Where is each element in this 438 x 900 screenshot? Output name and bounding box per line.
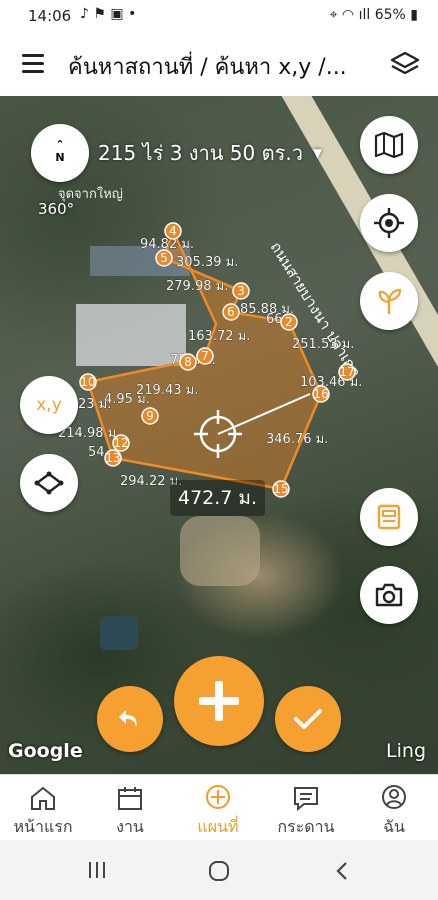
svg-text:4: 4	[169, 224, 177, 238]
add-point-button[interactable]	[174, 656, 264, 746]
area-selector[interactable]: 215 ไร่ 3 งาน 50 ตร.ว ▼	[98, 138, 322, 168]
nav-label: หน้าแรก	[13, 817, 73, 836]
board-icon	[294, 787, 318, 811]
recent-apps-icon[interactable]	[86, 860, 108, 880]
svg-text:12: 12	[113, 436, 128, 450]
area-label: 215 ไร่ 3 งาน 50 ตร.ว	[98, 141, 303, 165]
vertex-marker[interactable]: 9	[141, 407, 159, 425]
nav-profile[interactable]: ฉัน	[354, 775, 434, 841]
hamburger-menu-icon[interactable]	[22, 54, 44, 73]
polygon-icon	[34, 471, 64, 495]
vertex-marker[interactable]: 13	[104, 449, 122, 467]
nav-label: งาน	[116, 817, 144, 836]
confirm-button[interactable]	[275, 686, 341, 752]
camera-icon	[375, 583, 403, 607]
google-attribution: Google	[8, 740, 83, 762]
document-icon	[377, 504, 401, 530]
distance-readout: 472.7 ม.	[170, 480, 265, 516]
segment-label: 251.53 ม.	[292, 337, 354, 352]
svg-text:15: 15	[273, 482, 288, 496]
target-icon	[374, 208, 404, 238]
sprout-icon	[378, 288, 402, 314]
vertex-marker[interactable]: 10	[79, 373, 97, 391]
vertex-marker[interactable]: 15	[272, 480, 290, 498]
back-icon[interactable]	[334, 860, 350, 882]
segment-label: 346.76 ม.	[266, 432, 328, 447]
report-button[interactable]	[360, 488, 418, 546]
svg-text:3: 3	[237, 284, 245, 298]
vertex-marker[interactable]: 4	[164, 222, 182, 240]
map-view[interactable]: ถนนสายบางนา ปลาเกต จุดจากใหญ่ 94.82 ม. 3…	[0, 96, 438, 774]
svg-text:8: 8	[184, 355, 192, 369]
profile-icon	[382, 785, 406, 809]
compass-arrow-icon: ⌃	[55, 138, 65, 151]
check-icon	[294, 709, 322, 729]
home-icon	[31, 786, 55, 810]
status-right: ⌖ ◠ ıll 65% ▮	[329, 7, 418, 23]
map-icon	[374, 132, 404, 158]
vertex-marker[interactable]: 17	[338, 363, 356, 381]
vertex-marker[interactable]: 6	[222, 303, 240, 321]
vertex-marker[interactable]: 7	[196, 347, 214, 365]
status-time: 14:06	[28, 7, 72, 25]
system-nav-bar	[0, 840, 438, 900]
plus-icon	[199, 681, 239, 721]
undo-icon	[119, 710, 137, 727]
status-bar: 14:06 ♪ ⚑ ▣ • ⌖ ◠ ıll 65% ▮	[0, 0, 438, 32]
vertex-marker[interactable]: 12	[112, 434, 130, 452]
segment-label: 279.98 ม.	[166, 279, 228, 294]
svg-text:13: 13	[105, 451, 120, 465]
bottom-nav: หน้าแรก งาน แผนที่ กระดาน ฉัน	[0, 774, 438, 840]
vertex-marker[interactable]: 3	[232, 282, 250, 300]
xy-label: x,y	[36, 395, 62, 415]
svg-text:9: 9	[146, 409, 154, 423]
svg-text:17: 17	[339, 365, 354, 379]
plant-button[interactable]	[360, 272, 418, 330]
calendar-icon	[118, 787, 142, 810]
undo-button[interactable]	[97, 686, 163, 752]
rotation-readout: 360°	[38, 200, 75, 218]
map-type-button[interactable]	[360, 116, 418, 174]
nav-map[interactable]: แผนที่	[178, 775, 258, 841]
map-plus-icon	[206, 785, 230, 809]
camera-button[interactable]	[360, 566, 418, 624]
vertex-marker[interactable]: 2	[280, 313, 298, 331]
segment-label: 214.98 ม.	[58, 426, 120, 441]
my-location-button[interactable]	[360, 194, 418, 252]
page-title: ค้นหาสถานที่ / ค้นหา x,y /...	[68, 55, 347, 80]
home-circle-icon[interactable]	[208, 860, 230, 882]
segment-label: 305.39 ม.	[176, 255, 238, 270]
polygon-tool-button[interactable]	[20, 454, 78, 512]
svg-text:10: 10	[80, 375, 95, 389]
svg-text:5: 5	[160, 251, 168, 265]
nav-label: กระดาน	[277, 817, 335, 836]
app-bar: ค้นหาสถานที่ / ค้นหา x,y /...	[0, 32, 438, 96]
nav-home[interactable]: หน้าแรก	[3, 775, 83, 841]
segment-label: 94.82 ม.	[140, 237, 194, 252]
nav-tasks[interactable]: งาน	[90, 775, 170, 841]
svg-text:16: 16	[313, 387, 328, 401]
chevron-down-icon: ▼	[312, 146, 323, 160]
xy-button[interactable]: x,y	[20, 376, 78, 434]
ling-attribution: Ling	[386, 740, 426, 762]
vertex-marker[interactable]: 8	[179, 353, 197, 371]
nav-board[interactable]: กระดาน	[266, 775, 346, 841]
svg-text:2: 2	[285, 315, 293, 329]
north-label: N	[55, 151, 65, 164]
compass-button[interactable]: ⌃ N	[31, 124, 89, 182]
nav-label: ฉัน	[383, 817, 405, 836]
notification-icons: ♪ ⚑ ▣ •	[80, 6, 137, 22]
vertex-marker[interactable]: 5	[155, 249, 173, 267]
svg-text:6: 6	[227, 305, 235, 319]
segment-label: 4.95 ม.	[104, 392, 150, 407]
vertex-marker[interactable]: 16	[312, 385, 330, 403]
layers-icon[interactable]	[390, 50, 420, 78]
nav-label: แผนที่	[197, 817, 239, 836]
battery-level: 65%	[374, 7, 406, 23]
svg-text:7: 7	[201, 349, 209, 363]
segment-label: 54	[88, 445, 105, 460]
segment-label: 163.72 ม.	[188, 329, 250, 344]
